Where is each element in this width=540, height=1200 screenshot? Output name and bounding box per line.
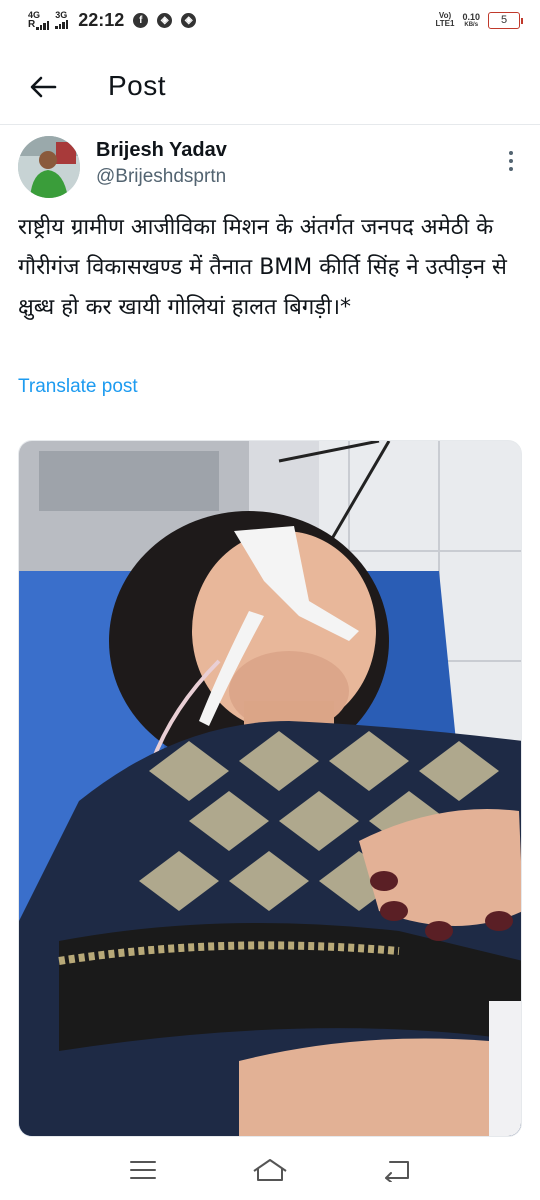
page-title: Post — [108, 70, 167, 101]
battery-level: 5 — [500, 14, 508, 26]
vpn-icon: ◈ — [181, 12, 197, 28]
network-type-2: 3G — [55, 10, 68, 20]
signal-bars-icon — [36, 20, 50, 30]
post-text: राष्ट्रीय ग्रामीण आजीविका मिशन के अंतर्ग… — [18, 215, 507, 320]
avatar[interactable] — [18, 136, 80, 198]
translate-post-link[interactable]: Translate post — [18, 376, 138, 398]
more-options-icon[interactable] — [504, 148, 518, 174]
network-speed: 0.10 KB/s — [462, 11, 480, 28]
menu-icon[interactable] — [123, 1150, 163, 1190]
battery-icon: 5 — [488, 11, 523, 29]
back-icon[interactable] — [377, 1150, 417, 1190]
back-arrow-icon[interactable] — [26, 70, 60, 104]
signal-indicator-2: 3G — [55, 10, 69, 29]
system-nav-bar — [0, 1140, 540, 1200]
post-image[interactable] — [18, 440, 522, 1137]
author-handle[interactable]: @Brijeshdsprtn — [96, 166, 226, 188]
author-name[interactable]: Brijesh Yadav — [96, 139, 227, 162]
signal-indicator-1: 4G R — [28, 10, 50, 30]
home-icon[interactable] — [250, 1150, 290, 1190]
header-divider — [0, 124, 540, 125]
signal-bars-icon — [55, 20, 69, 29]
vpn-icon: ◈ — [157, 12, 173, 28]
clock: 22:12 — [78, 9, 125, 30]
status-bar: 4G R 3G 22:12 f ◈ ◈ Vo) LTE1 0.10 KB/s 5 — [0, 0, 540, 40]
volte-indicator: Vo) LTE1 — [435, 11, 455, 28]
facebook-icon: f — [133, 12, 149, 28]
top-app-bar: Post — [0, 56, 540, 118]
